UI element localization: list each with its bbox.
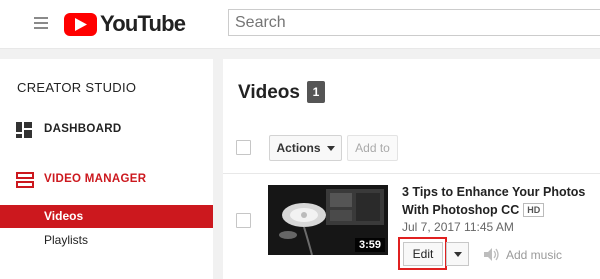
sidebar-subitem-videos[interactable]: Videos bbox=[0, 205, 213, 228]
video-duration: 3:59 bbox=[354, 238, 385, 252]
hamburger-menu-icon[interactable] bbox=[34, 17, 48, 29]
caret-down-icon bbox=[453, 251, 462, 257]
actions-dropdown-button[interactable]: Actions bbox=[269, 135, 342, 161]
page-title: Videos bbox=[238, 82, 300, 103]
actions-label: Actions bbox=[276, 141, 321, 155]
video-count-badge: 1 bbox=[307, 81, 325, 103]
video-title-link[interactable]: 3 Tips to Enhance Your Photos With Photo… bbox=[402, 183, 587, 219]
logo-text: YouTube bbox=[100, 11, 186, 36]
sidebar-subitem-label: Playlists bbox=[44, 233, 89, 247]
caret-down-icon bbox=[326, 145, 335, 151]
sidebar-title: CREATOR STUDIO bbox=[17, 80, 137, 95]
video-manager-icon bbox=[16, 172, 34, 193]
sidebar-subitem-playlists[interactable]: Playlists bbox=[0, 229, 213, 252]
sidebar-item-video-manager[interactable]: VIDEO MANAGER bbox=[0, 168, 213, 192]
video-manager-panel: Videos 1 Actions Add to 3:59 3 Tips to E… bbox=[223, 59, 600, 279]
select-all-checkbox[interactable] bbox=[236, 140, 251, 155]
sidebar-item-dashboard[interactable]: DASHBOARD bbox=[0, 118, 213, 142]
video-thumbnail[interactable]: 3:59 bbox=[268, 185, 388, 255]
search-input[interactable] bbox=[228, 9, 600, 36]
play-icon bbox=[64, 12, 97, 36]
video-date: Jul 7, 2017 11:45 AM bbox=[402, 220, 514, 234]
video-title-text: 3 Tips to Enhance Your Photos With Photo… bbox=[402, 185, 586, 217]
hd-badge: HD bbox=[523, 203, 545, 217]
speaker-icon bbox=[484, 248, 500, 266]
edit-button[interactable]: Edit bbox=[403, 242, 443, 266]
divider bbox=[223, 173, 600, 174]
edit-dropdown-button[interactable] bbox=[446, 242, 469, 266]
dashboard-icon bbox=[16, 122, 32, 143]
top-header: YouTube bbox=[0, 0, 600, 49]
sidebar-subitem-label: Videos bbox=[44, 209, 84, 223]
add-to-button[interactable]: Add to bbox=[347, 135, 398, 161]
sidebar: CREATOR STUDIO DASHBOARD VIDEO MANAGER V… bbox=[0, 59, 213, 279]
youtube-logo[interactable]: YouTube bbox=[64, 11, 186, 36]
add-music-link[interactable]: Add music bbox=[506, 248, 562, 262]
sidebar-item-label: DASHBOARD bbox=[44, 123, 122, 135]
sidebar-item-label: VIDEO MANAGER bbox=[44, 173, 147, 185]
video-row-checkbox[interactable] bbox=[236, 213, 251, 228]
